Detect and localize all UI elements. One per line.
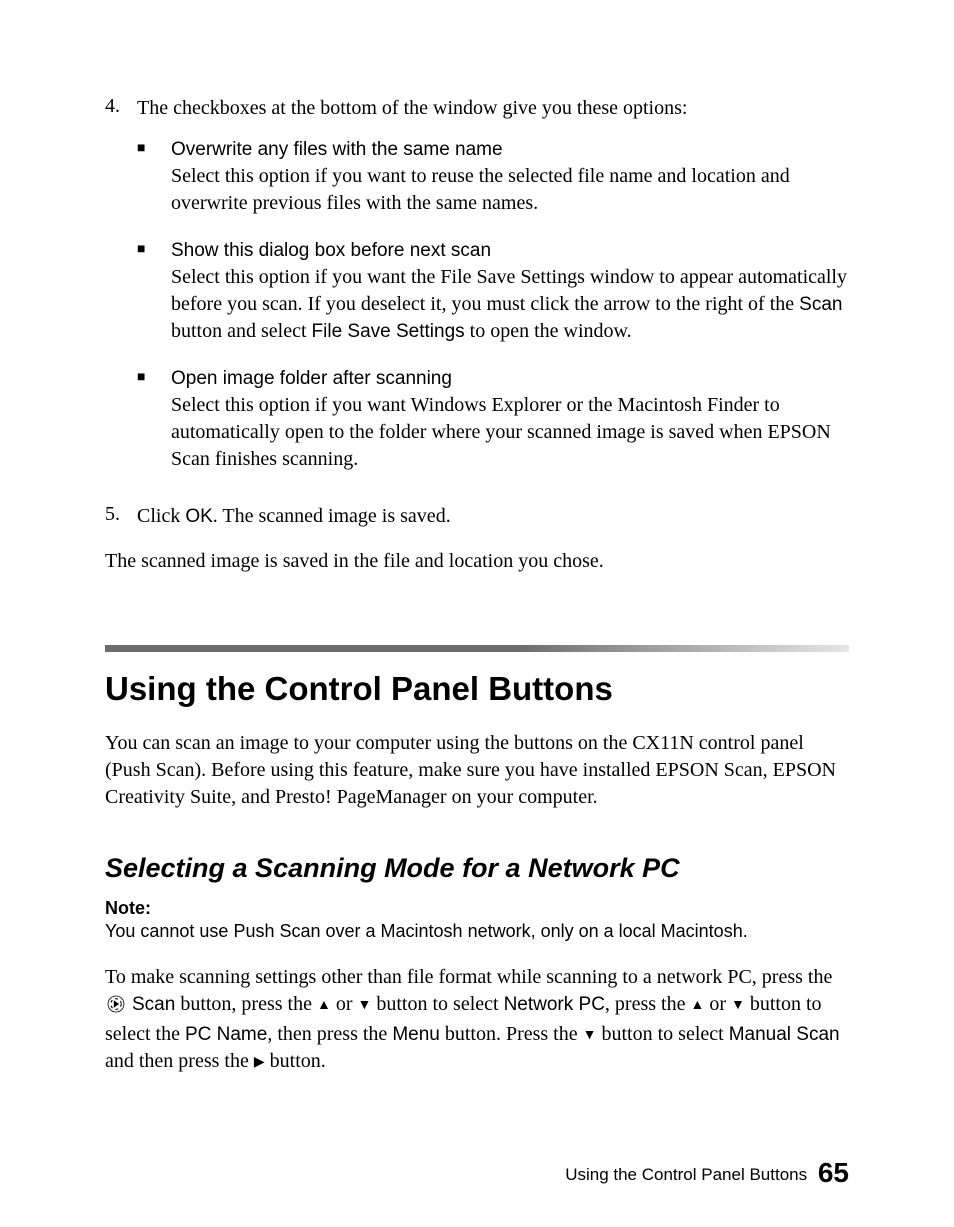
step-number: 5. [105,503,137,530]
down-arrow-icon: ▼ [583,1028,597,1043]
option-desc-part: Select this option if you want the File … [171,266,847,315]
section-intro: You can scan an image to your computer u… [105,730,849,811]
text: button. [265,1050,326,1072]
bullet-item: ■ Overwrite any files with the same name… [137,136,849,217]
bullet-body: Overwrite any files with the same name S… [171,136,849,217]
scan-button-icon [107,994,125,1021]
section-heading: Using the Control Panel Buttons [105,670,849,708]
text: or [331,993,358,1015]
bullet-body: Show this dialog box before next scan Se… [171,237,849,345]
option-title: Show this dialog box before next scan [171,240,491,261]
section-divider [105,645,849,652]
ui-label-file-save-settings: File Save Settings [312,321,465,342]
page: 4. The checkboxes at the bottom of the w… [0,0,954,1227]
down-arrow-icon: ▼ [731,998,745,1013]
text: Click [137,505,185,527]
right-arrow-icon: ▶ [254,1055,265,1070]
option-desc: Select this option if you want to reuse … [171,165,790,214]
network-instructions: To make scanning settings other than fil… [105,964,849,1075]
page-number: 65 [818,1157,849,1188]
option-desc-part: to open the window. [465,320,632,342]
square-bullet-icon: ■ [137,237,171,345]
square-bullet-icon: ■ [137,365,171,473]
text: To make scanning settings other than fil… [105,966,832,988]
ui-label-menu: Menu [392,1024,440,1045]
option-title: Open image folder after scanning [171,368,452,389]
step-4: 4. The checkboxes at the bottom of the w… [105,95,849,493]
ui-label-scan: Scan [799,294,842,315]
text: button, press the [175,993,317,1015]
text: button to select [596,1023,728,1045]
up-arrow-icon: ▲ [317,998,331,1013]
text: or [704,993,731,1015]
note-label: Note: [105,898,849,919]
option-title: Overwrite any files with the same name [171,139,503,160]
page-footer: Using the Control Panel Buttons 65 [565,1157,849,1189]
text: and then press the [105,1050,254,1072]
bullet-item: ■ Open image folder after scanning Selec… [137,365,849,473]
ui-label-ok: OK [185,506,212,527]
ui-label-network-pc: Network PC [504,994,605,1015]
step-intro: The checkboxes at the bottom of the wind… [137,97,687,119]
closing-paragraph: The scanned image is saved in the file a… [105,548,849,575]
bullet-list: ■ Overwrite any files with the same name… [137,136,849,473]
ui-label-scan: Scan [132,994,175,1015]
bullet-item: ■ Show this dialog box before next scan … [137,237,849,345]
subsection-heading: Selecting a Scanning Mode for a Network … [105,853,849,884]
down-arrow-icon: ▼ [358,998,372,1013]
square-bullet-icon: ■ [137,136,171,217]
text: , then press the [267,1023,392,1045]
option-desc: Select this option if you want Windows E… [171,394,831,470]
bullet-body: Open image folder after scanning Select … [171,365,849,473]
step-5: 5. Click OK. The scanned image is saved. [105,503,849,530]
text: button. Press the [440,1023,583,1045]
step-number: 4. [105,95,137,493]
text: button to select [371,993,503,1015]
ui-label-pc-name: PC Name [185,1024,267,1045]
step-body: Click OK. The scanned image is saved. [137,503,849,530]
text: , press the [605,993,691,1015]
note-body: You cannot use Push Scan over a Macintos… [105,921,849,942]
option-desc-part: button and select [171,320,312,342]
up-arrow-icon: ▲ [690,998,704,1013]
step-body: The checkboxes at the bottom of the wind… [137,95,849,493]
ui-label-manual-scan: Manual Scan [729,1024,840,1045]
footer-text: Using the Control Panel Buttons [565,1165,807,1184]
text: . The scanned image is saved. [213,505,451,527]
